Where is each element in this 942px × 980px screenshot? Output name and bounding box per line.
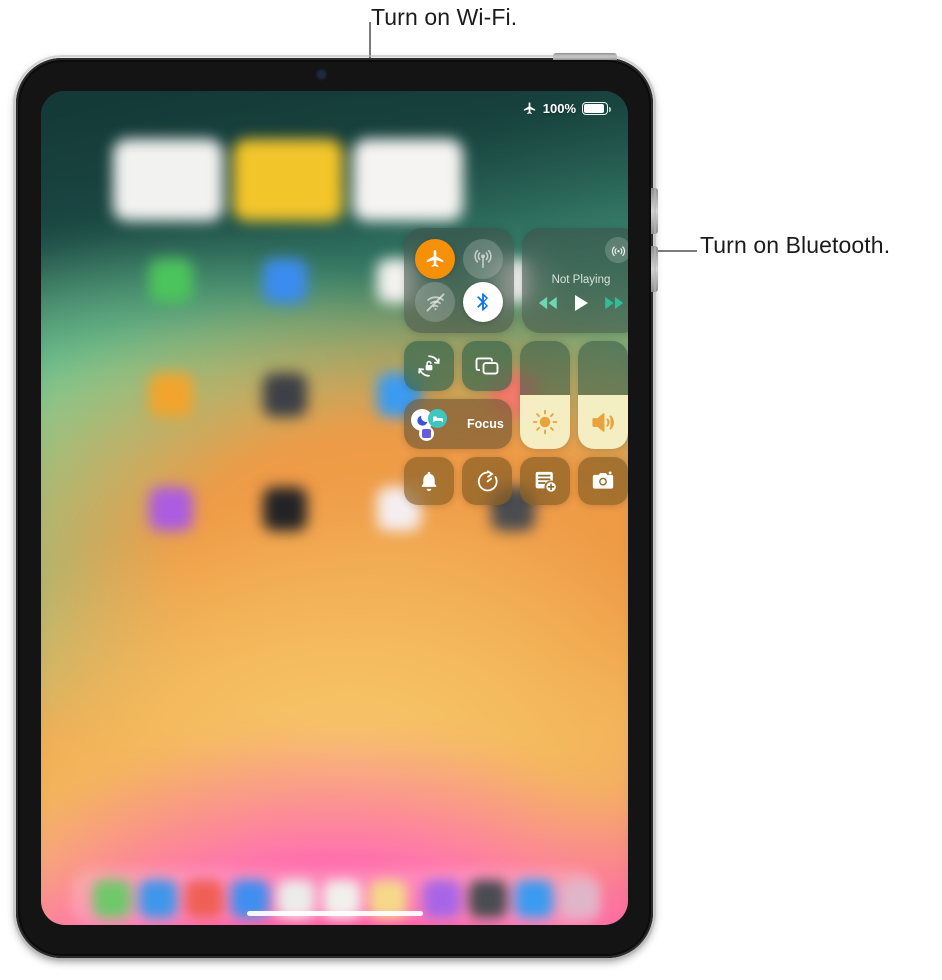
brightness-slider-fill — [520, 395, 570, 449]
personal-focus-icon — [419, 426, 434, 441]
bluetooth-button[interactable] — [463, 282, 503, 322]
focus-label: Focus — [467, 417, 504, 431]
focus-button[interactable]: Focus — [404, 399, 512, 449]
rotation-lock-button[interactable] — [404, 341, 454, 391]
home-screen-app-grid — [41, 91, 628, 925]
cellular-data-button[interactable] — [463, 239, 503, 279]
dock-tv-icon[interactable] — [469, 880, 507, 918]
airplane-mode-button[interactable] — [415, 239, 455, 279]
ipad-screen: 100% Not Playing Focus — [41, 91, 628, 925]
callout-label-wifi: Turn on Wi-Fi. — [371, 4, 518, 30]
now-playing-module[interactable]: Not Playing — [522, 228, 628, 333]
podcasts-icon[interactable] — [149, 487, 193, 531]
tv-icon[interactable] — [263, 487, 307, 531]
volume-slider-fill — [578, 395, 628, 449]
screenshot-root: Turn on Wi-Fi. Turn on Bluetooth. 100% N… — [0, 0, 942, 980]
silent-mode-button[interactable] — [404, 457, 454, 505]
home-indicator[interactable] — [246, 911, 423, 916]
volume-up-button[interactable] — [651, 188, 658, 234]
settings-icon[interactable] — [263, 373, 307, 417]
airplane-icon — [522, 101, 537, 116]
volume-down-button[interactable] — [651, 246, 658, 292]
personal-focus-glyph — [422, 429, 431, 438]
play-icon[interactable] — [573, 294, 589, 312]
now-playing-title: Not Playing — [551, 274, 611, 286]
connectivity-module — [404, 228, 514, 333]
brightness-slider[interactable] — [520, 341, 570, 449]
battery-fill — [584, 104, 605, 113]
power-button[interactable] — [553, 53, 617, 60]
dock-finder-icon[interactable] — [93, 880, 131, 918]
ipad-device: 100% Not Playing Focus — [13, 53, 658, 961]
battery-icon — [582, 102, 611, 115]
volume-slider[interactable] — [578, 341, 628, 449]
camera-button[interactable] — [578, 457, 628, 505]
battery-percent-label: 100% — [542, 101, 576, 116]
wifi-button[interactable] — [415, 282, 455, 322]
dock-podcasts-icon[interactable] — [423, 880, 461, 918]
timer-button[interactable] — [462, 457, 512, 505]
focus-badge-group — [411, 404, 457, 444]
airplay-icon[interactable] — [605, 237, 628, 263]
front-camera-icon — [318, 71, 325, 78]
now-playing-controls — [522, 294, 628, 312]
fast-forward-icon[interactable] — [603, 296, 625, 310]
callout-label-bluetooth: Turn on Bluetooth. — [700, 232, 891, 258]
dock-music-icon[interactable] — [185, 880, 223, 918]
rewind-icon[interactable] — [537, 296, 559, 310]
status-bar: 100% — [522, 101, 611, 116]
screen-mirroring-button[interactable] — [462, 341, 512, 391]
dock-recent-icon[interactable] — [561, 880, 599, 918]
quick-note-button[interactable] — [520, 457, 570, 505]
bed-icon — [428, 409, 447, 428]
weather-icon[interactable] — [149, 373, 193, 417]
facetime-icon[interactable] — [263, 259, 307, 303]
control-center: Not Playing Focus — [404, 228, 628, 505]
messages-icon[interactable] — [149, 259, 193, 303]
dock-safari-icon[interactable] — [139, 880, 177, 918]
dock-appstore-icon[interactable] — [515, 880, 553, 918]
